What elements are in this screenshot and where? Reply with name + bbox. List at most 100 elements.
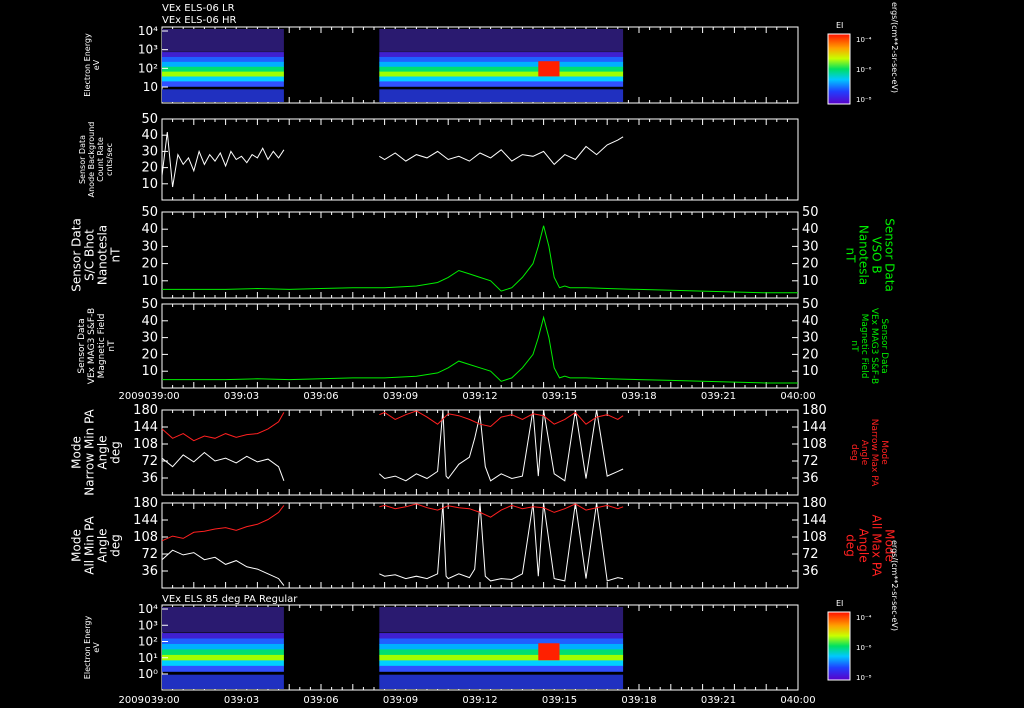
panel-5-rytick-label-1: 72	[802, 547, 819, 562]
time-label-0-1: 039:03	[224, 391, 259, 402]
panel-1-ytick-label-3: 40	[141, 128, 158, 143]
panel-1-ylabel-line-1: Anode Background	[87, 122, 96, 198]
panel-3-series-0	[162, 315, 798, 384]
time-label-0-8: 040:00	[780, 391, 815, 402]
panel-6-ytick-label-0: 10⁰	[138, 667, 158, 681]
panel-4-rytick-label-2: 108	[802, 437, 827, 452]
plot-stack: VEx ELS-06 LR VEx ELS-06 HR 10 10² 10³ 10⁴ E…	[70, 2, 900, 706]
time-label-1-4: 039:12	[462, 695, 497, 706]
panel-5-ytick-label-2: 108	[133, 530, 158, 545]
panel-6-spec-band-0-4	[162, 654, 284, 661]
panel-0-ylabel-line-0: Electron Energy	[83, 33, 92, 97]
panel-6-spec-band-1-0	[379, 633, 624, 640]
panel-0-spec-sparse-0	[162, 29, 284, 52]
panel-6-spec-sparse-0	[162, 607, 284, 633]
panel-4-frame	[161, 409, 799, 496]
panel-5-ylabel-line-1: All Min PA	[83, 515, 97, 574]
panel-4-ytick-label-3: 144	[133, 420, 158, 435]
panel-6-spec-band-0-1	[162, 638, 284, 645]
panel-1-ytick-label-4: 50	[141, 112, 158, 127]
panel-4-ytick-label-0: 36	[141, 471, 158, 486]
panel-2-ytick-label-2: 30	[141, 239, 158, 254]
panel-4-rlabel-line-2: Angle	[859, 440, 869, 466]
panel-2-rlabel-line-2: Nanotesla	[857, 225, 871, 285]
panel-5: 36 36 72 72 108 108 144 144 180 180 Mode All Min PA…	[70, 496, 897, 589]
panel-2-ytick-label-3: 40	[141, 222, 158, 237]
panel-5-rytick-label-0: 36	[802, 564, 819, 579]
panel-0-spec-band-1-1	[379, 56, 624, 63]
panel-3-ylabel-line-0: Sensor Data	[77, 318, 87, 373]
panel-4-ytick-label-4: 180	[133, 403, 158, 418]
panel-2-rlabel-line-1: VSO B	[870, 236, 884, 273]
panel-0-spec-low-1	[379, 89, 624, 102]
panel-3-ylabel-line-3: nT	[107, 340, 117, 352]
panel-3-ytick-label-1: 20	[141, 347, 158, 362]
panel-2-ylabel-line-3: nT	[109, 247, 123, 263]
panel-6-spec-band-1-5	[379, 660, 624, 667]
panel-3-rytick-label-0: 10	[802, 364, 819, 379]
panel-0-ytick-label-1: 10²	[138, 61, 158, 75]
time-label-1-1: 039:03	[224, 695, 259, 706]
panel-6-spec-sparse-1	[379, 607, 624, 633]
panel-6-ylabel-line-1: eV	[92, 642, 101, 653]
panel-0-spec-band-1-6	[379, 81, 624, 87]
time-label-0-7: 039:21	[701, 391, 736, 402]
panel-0-ylabel: Electron Energy eV	[83, 33, 101, 97]
panel-0-ylabel-line-1: eV	[92, 59, 101, 70]
panel-6-spec-band-0-3	[162, 649, 284, 656]
panel-4: 36 3672 72108 108144 144180 180Mode Narrow Min…	[70, 403, 890, 496]
panel-5-rlabel-line-2: Angle	[857, 528, 871, 562]
panel-0-spec-hot	[538, 61, 560, 77]
panel-3-rlabel-line-0: Sensor Data	[879, 318, 889, 373]
panel-2-rytick-label-3: 40	[802, 222, 819, 237]
panel-2-series-0	[162, 225, 798, 294]
colorbar-top-tick-2: 10⁻⁸	[856, 96, 872, 104]
panel-1-ylabel-line-3: cnts/sec	[105, 143, 114, 176]
panel-4-series-1	[161, 410, 624, 442]
panel-5-ytick-label-0: 36	[141, 564, 158, 579]
panel-2-rlabel: Sensor DataVSO BNanoteslanT	[844, 218, 897, 292]
panel-2-ytick-label-0: 10	[141, 274, 158, 289]
panel-5-ylabel: Mode All Min PA Angle deg	[70, 515, 123, 574]
panel-2-rytick-label-4: 50	[802, 205, 819, 220]
panel-5-rlabel: ModeAll Max PAAngledeg	[844, 515, 897, 578]
panel-2-ytick-label-4: 50	[141, 205, 158, 220]
colorbar-top: EI 10⁻⁴ 10⁻⁶ 10⁻⁸ ergs/(cm**2-sr-sec-eV)	[827, 2, 899, 105]
panel-6-spec-hot	[538, 643, 560, 661]
colorbar-bottom-units: ergs/(cm**2-sr-sec-eV)	[890, 540, 899, 631]
panel-1-ylabel: Sensor Data Anode Background Count Rate cnt…	[78, 122, 114, 198]
colorbar-top-units: ergs/(cm**2-sr-sec-eV)	[890, 2, 899, 93]
time-year-1: 2009	[119, 695, 144, 706]
time-label-1-0: 039:00	[144, 695, 179, 706]
panel-3-rlabel-line-2: Magnetic Field	[859, 314, 869, 379]
panel-5-rytick-label-4: 180	[802, 496, 827, 511]
panel-5-rytick-label-2: 108	[802, 530, 827, 545]
panel-0-spec-low-0	[162, 89, 284, 102]
panel-2-ylabel-line-0: Sensor Data	[70, 218, 84, 292]
panel-4-ylabel-line-3: deg	[109, 441, 123, 464]
panel-0-spec-band-1-4	[379, 71, 624, 78]
panel-2-rytick-label-2: 30	[802, 239, 819, 254]
time-label-1-2: 039:06	[303, 695, 338, 706]
panel-4-rlabel-line-0: Mode	[879, 440, 889, 465]
panel-6-spec-band-1-2	[379, 643, 624, 650]
panel-3-rytick-label-4: 50	[802, 297, 819, 312]
panel-5-ytick-label-3: 144	[133, 513, 158, 528]
colorbar-top-tick-0: 10⁻⁴	[856, 36, 872, 44]
time-label-0-4: 039:12	[462, 391, 497, 402]
time-label-0-5: 039:15	[542, 391, 577, 402]
time-label-1-5: 039:15	[542, 695, 577, 706]
panel-4-rytick-label-0: 36	[802, 471, 819, 486]
panel-2-rlabel-line-0: Sensor Data	[883, 218, 897, 292]
panel-4-ylabel: Mode Narrow Min PA Angle deg	[70, 408, 123, 495]
panel-2: 10 1020 2030 3040 4050 50Sensor Data S/C Bhot N…	[70, 205, 897, 299]
panel-5-ylabel-line-3: deg	[109, 534, 123, 557]
panel-5-ytick-label-4: 180	[133, 496, 158, 511]
panel-1-ytick-label-0: 10	[141, 177, 158, 192]
panel-4-ytick-label-1: 72	[141, 454, 158, 469]
time-label-1-6: 039:18	[621, 695, 656, 706]
panel-0-spec-band-0-4	[162, 71, 284, 78]
time-label-1-3: 039:09	[383, 695, 418, 706]
time-label-0-6: 039:18	[621, 391, 656, 402]
panel-6-ytick-label-2: 10²	[138, 635, 158, 649]
